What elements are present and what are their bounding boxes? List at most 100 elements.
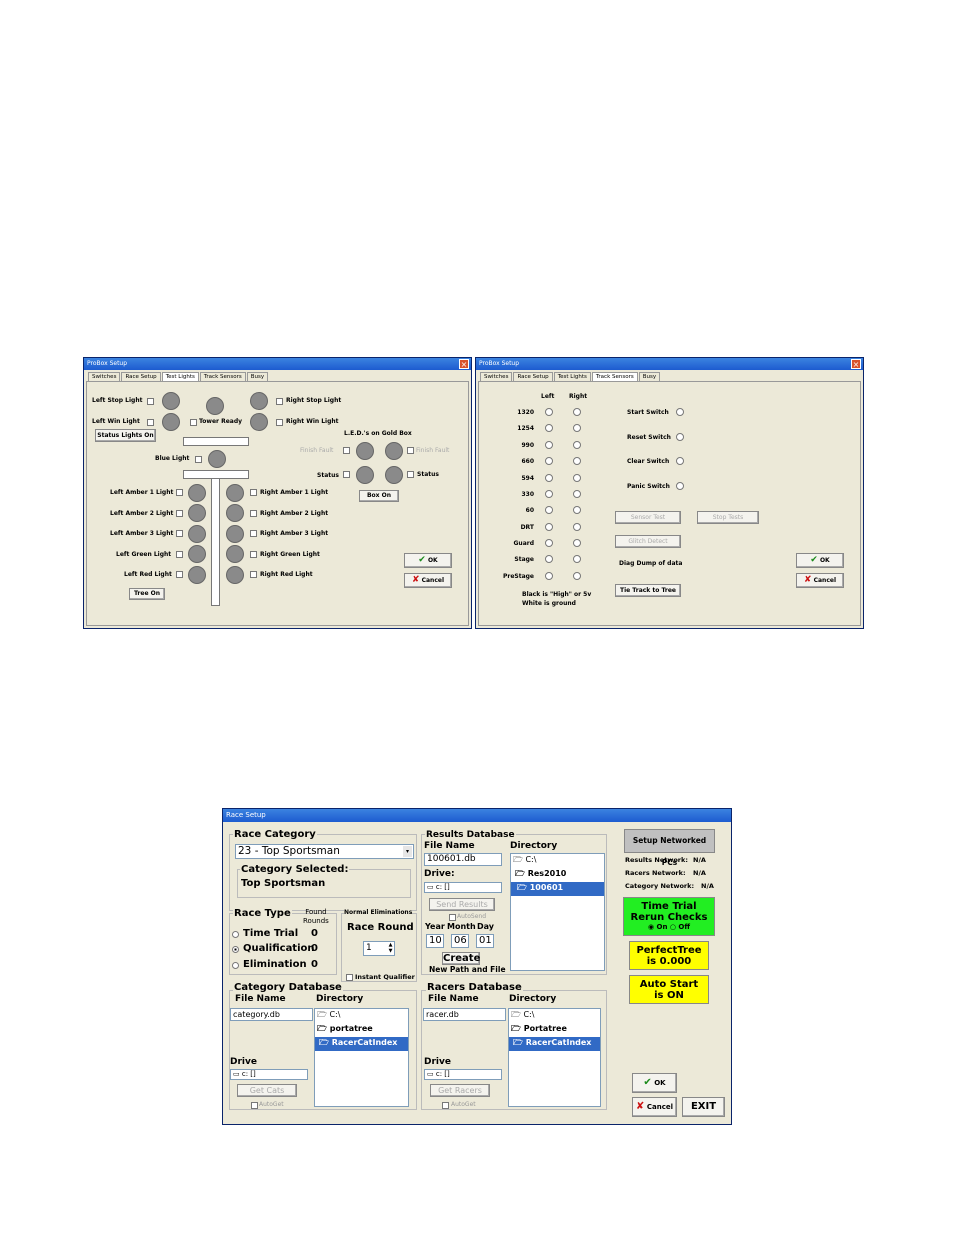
sensor-test-button[interactable]: Sensor Test xyxy=(615,511,681,524)
send-results-button[interactable]: Send Results xyxy=(429,898,495,911)
results-directory-list[interactable]: 🗁 C:\ 🗁 Res2010 🗁 100601 xyxy=(510,853,605,971)
folder-open-icon: 🗁 xyxy=(517,883,527,892)
autosend-checkbox[interactable] xyxy=(449,914,456,921)
cat-directory-list[interactable]: 🗁 C:\ 🗁 portatree 🗁 RacerCatIndex xyxy=(314,1008,409,1107)
instant-qualifier-checkbox[interactable] xyxy=(346,974,353,981)
off-radio[interactable]: ○ xyxy=(670,923,676,931)
list-item[interactable]: 🗁 Portatree xyxy=(509,1023,600,1037)
right-amber-2-checkbox[interactable] xyxy=(250,510,257,517)
close-icon[interactable]: × xyxy=(459,359,469,369)
list-item[interactable]: 🗁 portatree xyxy=(315,1023,408,1037)
found-rounds-label: Found Rounds xyxy=(303,908,329,925)
right-amber-1-checkbox[interactable] xyxy=(250,489,257,496)
stop-tests-button[interactable]: Stop Tests xyxy=(697,511,759,524)
blue-light-checkbox[interactable] xyxy=(195,456,202,463)
cat-drive-label: Drive xyxy=(230,1057,257,1067)
sensor-row-label: Guard xyxy=(513,540,535,547)
drive-icon: ▭ xyxy=(427,883,434,891)
spinner-icon[interactable]: ▲ ▼ xyxy=(387,942,394,955)
left-red-checkbox[interactable] xyxy=(176,571,183,578)
left-win-checkbox[interactable] xyxy=(147,419,154,426)
tree-on-button[interactable]: Tree On xyxy=(129,588,165,600)
month-input[interactable]: 06 xyxy=(451,934,469,948)
panic-switch-indicator xyxy=(676,482,684,490)
left-status-checkbox[interactable] xyxy=(343,471,350,478)
time-trial-rerun-label: Time Trial Rerun Checks xyxy=(630,901,708,923)
racer-directory-list[interactable]: 🗁 C:\ 🗁 Portatree 🗁 RacerCatIndex xyxy=(508,1008,601,1107)
race-round-label: Race Round xyxy=(347,922,414,933)
right-amber-3-checkbox[interactable] xyxy=(250,530,257,537)
list-item-selected[interactable]: 🗁 RacerCatIndex xyxy=(509,1037,600,1051)
list-item[interactable]: 🗁 C:\ xyxy=(509,1009,600,1023)
right-stop-label: Right Stop Light xyxy=(286,397,342,404)
list-item-selected[interactable]: 🗁 RacerCatIndex xyxy=(315,1037,408,1051)
cat-file-input[interactable]: category.db xyxy=(230,1008,313,1021)
get-racers-button[interactable]: Get Racers xyxy=(430,1084,490,1097)
tower-center-light xyxy=(206,397,224,415)
right-status-checkbox[interactable] xyxy=(407,471,414,478)
tie-track-to-tree-button[interactable]: Tie Track to Tree xyxy=(615,584,681,597)
perfect-tree-box[interactable]: PerfectTree is 0.000 xyxy=(629,941,709,970)
elimination-radio[interactable] xyxy=(232,962,239,969)
right-sensor-indicator xyxy=(573,523,581,531)
left-amber-2-checkbox[interactable] xyxy=(176,510,183,517)
right-amber-1-label: Right Amber 1 Light xyxy=(260,489,329,496)
status-lights-on-button[interactable]: Status Lights On xyxy=(95,429,156,442)
get-cats-button[interactable]: Get Cats xyxy=(237,1084,297,1097)
title-bar: ProBox Setup xyxy=(476,358,863,370)
left-status-led xyxy=(356,466,374,484)
right-red-checkbox[interactable] xyxy=(250,571,257,578)
tower-ready-checkbox[interactable] xyxy=(190,419,197,426)
race-round-input[interactable]: 1 ▲ ▼ xyxy=(363,941,395,956)
right-stop-checkbox[interactable] xyxy=(276,398,283,405)
left-amber-3-checkbox[interactable] xyxy=(176,530,183,537)
glitch-detect-button[interactable]: Glitch Detect xyxy=(615,535,681,548)
year-input[interactable]: 10 xyxy=(426,934,444,948)
create-button[interactable]: Create xyxy=(442,952,480,965)
exit-button[interactable]: EXIT xyxy=(682,1097,725,1117)
list-item-label: C:\ xyxy=(523,1010,535,1019)
time-trial-radio[interactable] xyxy=(232,931,239,938)
cat-autoget-checkbox[interactable] xyxy=(251,1102,258,1109)
cancel-button[interactable]: ✘ Cancel xyxy=(404,573,452,588)
ok-button[interactable]: ✔ OK xyxy=(632,1073,677,1093)
results-file-input[interactable]: 100601.db xyxy=(424,853,502,866)
auto-start-box[interactable]: Auto Start is ON xyxy=(629,975,709,1004)
race-category-select[interactable]: 23 - Top Sportsman ▾ xyxy=(235,844,414,859)
right-amber-1-light xyxy=(226,484,244,502)
racer-drive-select[interactable]: ▭ c: [] xyxy=(424,1069,502,1080)
left-amber-1-checkbox[interactable] xyxy=(176,489,183,496)
qualification-radio[interactable] xyxy=(232,946,239,953)
box-on-button[interactable]: Box On xyxy=(359,490,399,502)
chevron-down-icon[interactable]: ▾ xyxy=(403,846,412,857)
sensor-row-label: DRT xyxy=(520,524,534,531)
ok-button[interactable]: ✔ OK xyxy=(404,553,452,568)
list-item-selected[interactable]: 🗁 100601 xyxy=(511,882,604,896)
left-green-checkbox[interactable] xyxy=(176,551,183,558)
list-item[interactable]: 🗁 Res2010 xyxy=(511,868,604,882)
left-stop-checkbox[interactable] xyxy=(147,398,154,405)
category-database-label: Category Database xyxy=(233,982,343,993)
time-trial-rerun-checks-box[interactable]: Time Trial Rerun Checks ◉ On ○ Off xyxy=(623,897,715,936)
cancel-button[interactable]: ✘ Cancel xyxy=(796,573,844,588)
ok-button[interactable]: ✔ OK xyxy=(796,553,844,568)
day-input[interactable]: 01 xyxy=(476,934,494,948)
on-radio[interactable]: ◉ xyxy=(648,923,654,931)
left-amber-1-label: Left Amber 1 Light xyxy=(110,489,174,496)
cat-drive-select[interactable]: ▭ c: [] xyxy=(230,1069,308,1080)
racer-file-input[interactable]: racer.db xyxy=(423,1008,506,1021)
right-finish-fault-label: Finish Fault xyxy=(416,447,450,454)
left-finish-fault-checkbox[interactable] xyxy=(343,447,350,454)
list-item[interactable]: 🗁 C:\ xyxy=(511,854,604,868)
right-finish-fault-checkbox[interactable] xyxy=(407,447,414,454)
list-item[interactable]: 🗁 C:\ xyxy=(315,1009,408,1023)
right-win-checkbox[interactable] xyxy=(276,419,283,426)
right-green-checkbox[interactable] xyxy=(250,551,257,558)
racer-autoget-checkbox[interactable] xyxy=(442,1102,449,1109)
setup-networked-pcs-button[interactable]: Setup Networked PCs xyxy=(624,829,715,867)
close-icon[interactable]: × xyxy=(851,359,861,369)
cancel-button[interactable]: ✘ Cancel xyxy=(632,1097,677,1117)
results-drive-select[interactable]: ▭ c: [] xyxy=(424,882,502,893)
list-item-label: C:\ xyxy=(329,1010,341,1019)
right-sensor-indicator xyxy=(573,474,581,482)
